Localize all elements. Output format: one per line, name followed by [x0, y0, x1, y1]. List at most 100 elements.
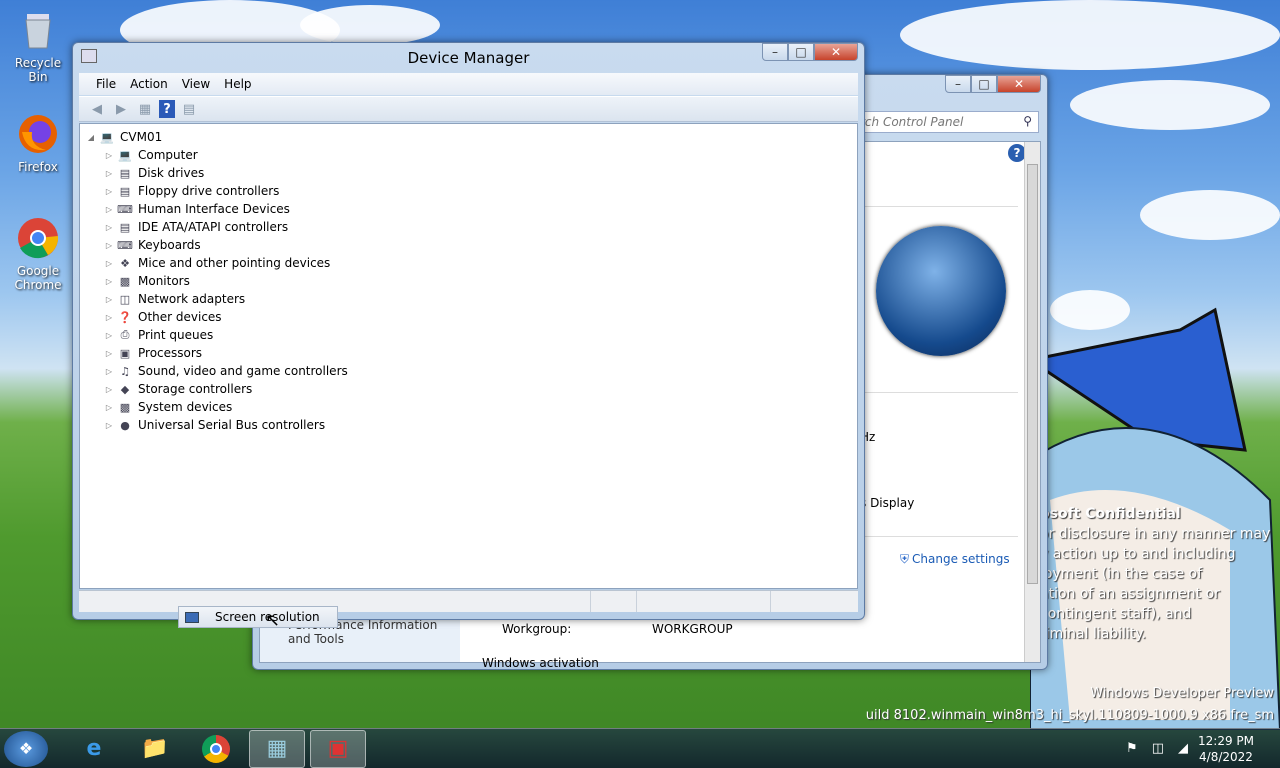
- expand-arrow-icon[interactable]: ▷: [104, 187, 114, 196]
- expand-arrow-icon[interactable]: ▷: [104, 349, 114, 358]
- show-hide-tree-icon[interactable]: ▦: [135, 100, 155, 118]
- device-category-icon: ♫: [120, 364, 130, 378]
- menu-action[interactable]: Action: [123, 77, 175, 91]
- tree-node-label: Processors: [138, 346, 203, 360]
- action-center-flag-icon[interactable]: ⚑: [1126, 741, 1138, 756]
- divider: [860, 206, 1018, 207]
- confidential-heading: osoft Confidential: [1040, 506, 1181, 522]
- back-arrow-icon[interactable]: ◀: [87, 100, 107, 118]
- device-manager-icon: ▣: [327, 736, 349, 761]
- expand-arrow-icon[interactable]: ▷: [104, 295, 114, 304]
- search-icon[interactable]: ⚲: [1023, 114, 1032, 128]
- expand-arrow-icon[interactable]: ▷: [104, 223, 114, 232]
- expand-arrow-icon[interactable]: ▷: [104, 385, 114, 394]
- taskbar-ie[interactable]: e: [66, 730, 122, 768]
- minimize-button[interactable]: –: [945, 75, 971, 93]
- tree-node[interactable]: ▷ ▩ System devices: [80, 398, 857, 416]
- help-icon[interactable]: ?: [159, 100, 175, 118]
- desktop-icon-firefox[interactable]: Firefox: [4, 112, 72, 174]
- maximize-button[interactable]: □: [971, 75, 997, 93]
- dm-caption-buttons: – □ ✕: [762, 43, 858, 61]
- tree-node[interactable]: ▷ ❖ Mice and other pointing devices: [80, 254, 857, 272]
- taskbar-control-panel[interactable]: ▦: [249, 729, 305, 768]
- tree-node-label: IDE ATA/ATAPI controllers: [138, 220, 289, 234]
- search-input[interactable]: rch Control Panel ⚲: [853, 111, 1039, 133]
- desktop-icon-recycle-bin[interactable]: Recycle Bin: [4, 8, 72, 84]
- taskbar-explorer[interactable]: 📁: [127, 730, 183, 768]
- close-button[interactable]: ✕: [997, 75, 1041, 93]
- minimize-button[interactable]: –: [762, 43, 788, 61]
- close-button[interactable]: ✕: [814, 43, 858, 61]
- maximize-button[interactable]: □: [788, 43, 814, 61]
- taskbar-chrome[interactable]: [188, 730, 244, 768]
- expand-arrow-icon[interactable]: ▷: [104, 403, 114, 412]
- volume-icon[interactable]: ◢: [1178, 741, 1188, 756]
- tree-node-label: Universal Serial Bus controllers: [138, 418, 326, 432]
- expand-arrow-icon[interactable]: ▷: [104, 331, 114, 340]
- divider: [860, 392, 1018, 393]
- tree-node[interactable]: ▷ ⎙ Print queues: [80, 326, 857, 344]
- expand-arrow-icon[interactable]: ▷: [104, 277, 114, 286]
- confidential-notice: osoft Confidential or disclosure in any …: [1040, 504, 1280, 644]
- tree-node-label: Floppy drive controllers: [138, 184, 280, 198]
- tree-root[interactable]: ◢ 💻 CVM01: [80, 128, 857, 146]
- menu-file[interactable]: File: [89, 77, 123, 91]
- computer-icon: 💻: [100, 130, 114, 144]
- tree-node[interactable]: ▷ ♫ Sound, video and game controllers: [80, 362, 857, 380]
- tree-node[interactable]: ▷ ◆ Storage controllers: [80, 380, 857, 398]
- expand-arrow-icon[interactable]: ▷: [104, 367, 114, 376]
- clock-time: 12:29 PM: [1198, 734, 1254, 748]
- device-manager-window[interactable]: Device Manager – □ ✕ File Action View He…: [72, 42, 865, 620]
- device-category-icon: ❓: [118, 310, 132, 324]
- expand-arrow-icon[interactable]: ▷: [104, 205, 114, 214]
- tree-node[interactable]: ▷ ▩ Monitors: [80, 272, 857, 290]
- scroll-thumb[interactable]: [1027, 164, 1038, 584]
- display-icon: [185, 611, 199, 623]
- expand-arrow-icon[interactable]: ▷: [104, 313, 114, 322]
- tree-node-label: Sound, video and game controllers: [138, 364, 348, 378]
- tree-node[interactable]: ▷ ▤ Disk drives: [80, 164, 857, 182]
- folder-icon: 📁: [141, 736, 169, 761]
- tree-node[interactable]: ▷ ◫ Network adapters: [80, 290, 857, 308]
- menu-bar: File Action View Help: [79, 73, 858, 95]
- properties-icon[interactable]: ▤: [179, 100, 199, 118]
- change-settings-link[interactable]: ⛨ Change settings: [900, 552, 1010, 567]
- clock[interactable]: 12:29 PM 4/8/2022: [1198, 733, 1254, 765]
- tree-node[interactable]: ▷ ▤ Floppy drive controllers: [80, 182, 857, 200]
- expand-arrow-icon[interactable]: ▷: [104, 421, 114, 430]
- tree-node[interactable]: ▷ 💻 Computer: [80, 146, 857, 164]
- expand-arrow-icon[interactable]: ▷: [104, 241, 114, 250]
- vertical-scrollbar[interactable]: [1024, 142, 1040, 662]
- device-category-icon: ⎙: [120, 328, 130, 341]
- chrome-label: Google Chrome: [14, 264, 62, 292]
- expand-arrow-icon[interactable]: ▷: [104, 259, 114, 268]
- tree-node-label: Mice and other pointing devices: [138, 256, 331, 270]
- tree-node-label: System devices: [138, 400, 233, 414]
- jumplist-item-screen-resolution[interactable]: Screen resolution: [178, 606, 338, 628]
- device-tree[interactable]: ◢ 💻 CVM01 ▷ 💻 Computer ▷ ▤ Disk drives ▷ ▤ Flopp…: [79, 123, 858, 589]
- network-icon[interactable]: ◫: [1152, 741, 1164, 756]
- menu-help[interactable]: Help: [217, 77, 258, 91]
- tree-node[interactable]: ▷ ▣ Processors: [80, 344, 857, 362]
- tree-node[interactable]: ▷ ● Universal Serial Bus controllers: [80, 416, 857, 434]
- expand-arrow-icon[interactable]: ▷: [104, 169, 114, 178]
- tree-node[interactable]: ▷ ⌨ Human Interface Devices: [80, 200, 857, 218]
- recycle-bin-label: Recycle Bin: [14, 56, 62, 84]
- device-category-icon: ▣: [119, 346, 131, 360]
- system-tray: ⚑ ◫ ◢: [1126, 741, 1188, 756]
- taskbar-device-manager[interactable]: ▣: [310, 729, 366, 768]
- display-text: s Display: [860, 496, 915, 510]
- forward-arrow-icon[interactable]: ▶: [111, 100, 131, 118]
- tree-node[interactable]: ▷ ▤ IDE ATA/ATAPI controllers: [80, 218, 857, 236]
- tree-node-label: Storage controllers: [138, 382, 253, 396]
- expand-arrow-icon[interactable]: ▷: [104, 151, 114, 160]
- menu-view[interactable]: View: [175, 77, 217, 91]
- confidential-line: ation of an assignment or: [1040, 586, 1220, 602]
- tree-node[interactable]: ▷ ❓ Other devices: [80, 308, 857, 326]
- start-button[interactable]: ❖: [4, 730, 48, 767]
- tree-node[interactable]: ▷ ⌨ Keyboards: [80, 236, 857, 254]
- device-category-icon: 💻: [118, 148, 132, 162]
- desktop-icon-chrome[interactable]: Google Chrome: [4, 216, 72, 292]
- collapse-arrow-icon[interactable]: ◢: [86, 133, 96, 142]
- confidential-line: loyment (in the case of: [1040, 566, 1203, 582]
